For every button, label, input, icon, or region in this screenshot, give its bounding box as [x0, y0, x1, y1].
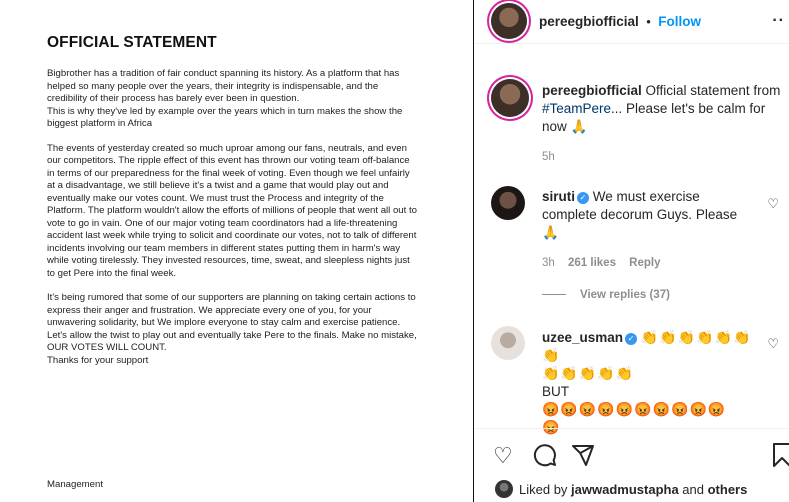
comment-like-heart-icon[interactable]: ♡	[767, 336, 779, 352]
comment-emoji-line-4: 😡😡😡😡😡😡😡😡😡😡	[542, 401, 727, 417]
liked-by-others[interactable]: others	[708, 482, 748, 497]
comment-text-but: BUT	[542, 384, 569, 399]
statement-paragraph-2: The events of yesterday created so much …	[47, 142, 417, 279]
comment-like-heart-icon[interactable]: ♡	[767, 196, 779, 212]
comment-likes[interactable]: 261 likes	[568, 257, 616, 269]
statement-signature: Management	[47, 479, 103, 490]
post-header: pereegbiofficial • Follow ··	[475, 0, 789, 44]
statement-title: OFFICIAL STATEMENT	[47, 34, 217, 51]
like-heart-icon[interactable]: ♡	[493, 443, 513, 469]
view-replies-line	[542, 294, 566, 295]
save-bookmark-icon[interactable]	[773, 443, 789, 473]
statement-paragraph-1: Bigbrother has a tradition of fair condu…	[47, 68, 403, 129]
verified-badge-icon: ✓	[577, 192, 590, 204]
comment-avatar-uzee[interactable]	[491, 326, 525, 360]
comment-username[interactable]: siruti	[542, 189, 575, 204]
liked-by-user[interactable]: jawwadmustapha	[571, 482, 679, 497]
comment-uzee: uzee_usman ✓ 👏👏👏👏👏👏👏 👏👏👏👏👏 BUT 😡😡😡😡😡😡😡😡😡😡…	[542, 329, 757, 437]
comment-siruti: siruti ✓ We must exercise complete decoru…	[542, 188, 752, 242]
caption: pereegbiofficial Official statement from…	[542, 82, 782, 136]
author-username[interactable]: pereegbiofficial	[539, 14, 639, 29]
liked-by: Liked by jawwadmustapha and others	[495, 480, 747, 498]
comment-meta: 3h 261 likes Reply	[542, 257, 661, 269]
comment-time[interactable]: 3h	[542, 257, 555, 269]
caption-time[interactable]: 5h	[542, 151, 555, 163]
verified-badge-icon: ✓	[625, 333, 638, 345]
comment-reply-button[interactable]: Reply	[629, 257, 660, 269]
author-avatar[interactable]	[491, 3, 527, 39]
comment-emoji-line-2: 👏👏👏👏👏	[542, 365, 635, 381]
view-replies-button[interactable]: View replies (37)	[542, 289, 670, 301]
caption-avatar[interactable]	[491, 79, 529, 117]
caption-hashtag[interactable]: #TeamPere	[542, 101, 611, 116]
caption-text: Official statement from	[641, 83, 781, 98]
comment-avatar-siruti[interactable]	[491, 186, 525, 220]
more-horizontal-icon[interactable]: ··	[772, 12, 785, 30]
view-replies-label: View replies (37)	[580, 289, 670, 301]
liked-by-middle: and	[678, 482, 708, 497]
statement-paragraph-3: It's being rumored that some of our supp…	[47, 292, 417, 366]
liked-by-prefix: Liked by	[519, 482, 572, 497]
post-sidebar: pereegbiofficial • Follow ·· pereegbioff…	[475, 0, 789, 502]
follow-button[interactable]: Follow	[658, 14, 701, 29]
caption-username[interactable]: pereegbiofficial	[542, 83, 642, 98]
post-image: OFFICIAL STATEMENT Bigbrother has a trad…	[0, 0, 474, 502]
share-send-icon[interactable]	[571, 443, 595, 473]
comment-username[interactable]: uzee_usman	[542, 330, 623, 345]
header-separator: •	[646, 14, 651, 29]
comment-bubble-icon[interactable]	[533, 443, 557, 473]
liked-by-avatar[interactable]	[495, 480, 513, 498]
statement-document: OFFICIAL STATEMENT Bigbrother has a trad…	[47, 34, 417, 379]
